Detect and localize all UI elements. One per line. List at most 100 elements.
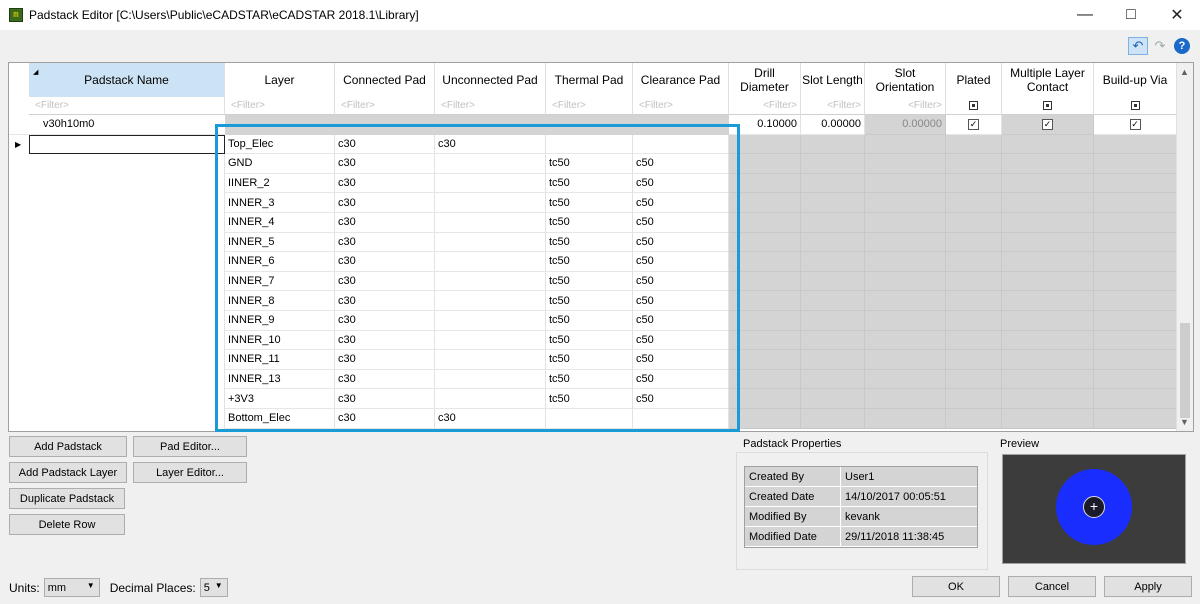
cell-clearance[interactable]: c50 <box>633 389 729 409</box>
cell-clearance[interactable]: c50 <box>633 350 729 370</box>
cell-thermal[interactable]: tc50 <box>546 369 633 390</box>
cell-thermal[interactable]: tc50 <box>546 271 633 292</box>
cell-unconnected[interactable] <box>435 154 546 174</box>
cell-connected[interactable]: c30 <box>335 232 435 253</box>
filter-name[interactable]: <Filter> <box>29 97 225 115</box>
cell-connected[interactable]: c30 <box>335 330 435 351</box>
column-header-slotori[interactable]: Slot Orientation <box>865 63 946 97</box>
scroll-thumb[interactable] <box>1180 323 1190 418</box>
cell-clearance[interactable]: c50 <box>633 173 729 194</box>
drill-diameter-cell[interactable]: 0.10000 <box>729 115 801 135</box>
units-select[interactable]: mm ▼ <box>43 578 100 597</box>
filter-buildup[interactable] <box>1094 97 1177 115</box>
scroll-up-icon[interactable]: ▲ <box>1180 67 1189 77</box>
column-header-plated[interactable]: Plated <box>946 63 1002 97</box>
cell-connected[interactable]: c30 <box>335 154 435 174</box>
cell-unconnected[interactable] <box>435 213 546 233</box>
cell-unconnected[interactable] <box>435 271 546 292</box>
name-cell[interactable] <box>29 154 225 174</box>
cell-layer[interactable]: Bottom_Elec <box>225 409 335 429</box>
cell-connected[interactable]: c30 <box>335 173 435 194</box>
cell-unconnected[interactable] <box>435 193 546 213</box>
cell-clearance[interactable]: c50 <box>633 213 729 233</box>
filter-checkbox-icon[interactable] <box>1043 101 1052 110</box>
name-cell[interactable] <box>29 311 225 331</box>
filter-connected[interactable]: <Filter> <box>335 97 435 115</box>
name-cell[interactable] <box>29 213 225 233</box>
column-header-thermal[interactable]: Thermal Pad <box>546 63 633 97</box>
column-header-multi[interactable]: Multiple Layer Contact <box>1002 63 1094 97</box>
cell-layer[interactable]: Top_Elec <box>225 134 335 155</box>
column-header-buildup[interactable]: Build-up Via <box>1094 63 1177 97</box>
column-header-clearance[interactable]: Clearance Pad <box>633 63 729 97</box>
filter-checkbox-icon[interactable] <box>969 101 978 110</box>
name-cell[interactable] <box>29 369 225 390</box>
filter-layer[interactable]: <Filter> <box>225 97 335 115</box>
column-header-unconnected[interactable]: Unconnected Pad <box>435 63 546 97</box>
cell-thermal[interactable]: tc50 <box>546 311 633 331</box>
name-cell[interactable] <box>29 232 225 253</box>
cell-clearance[interactable]: c50 <box>633 232 729 253</box>
cell-plated[interactable]: ✓ <box>946 115 1002 135</box>
cell-layer[interactable]: INNER_3 <box>225 193 335 213</box>
cell-connected[interactable]: c30 <box>335 311 435 331</box>
cell-layer[interactable]: INNER_6 <box>225 252 335 272</box>
cell-thermal[interactable]: tc50 <box>546 350 633 370</box>
column-header-name[interactable]: Padstack Name <box>29 63 225 97</box>
filter-drill[interactable]: <Filter> <box>729 97 801 115</box>
filter-multi[interactable] <box>1002 97 1094 115</box>
column-header-connected[interactable]: Connected Pad <box>335 63 435 97</box>
cell-thermal[interactable]: tc50 <box>546 193 633 213</box>
cell-clearance[interactable]: c50 <box>633 330 729 351</box>
ok-button[interactable]: OK <box>912 576 1000 597</box>
filter-slotlen[interactable]: <Filter> <box>801 97 865 115</box>
cell-connected[interactable]: c30 <box>335 291 435 311</box>
name-cell[interactable] <box>29 134 225 155</box>
filter-slotori[interactable]: <Filter> <box>865 97 946 115</box>
cell-unconnected[interactable] <box>435 311 546 331</box>
cell-unconnected[interactable] <box>435 232 546 253</box>
cell-thermal[interactable]: tc50 <box>546 232 633 253</box>
cell-unconnected[interactable] <box>435 330 546 351</box>
filter-clearance[interactable]: <Filter> <box>633 97 729 115</box>
cell-connected[interactable]: c30 <box>335 271 435 292</box>
cell-connected[interactable]: c30 <box>335 252 435 272</box>
filter-plated[interactable] <box>946 97 1002 115</box>
cell-layer[interactable]: INNER_4 <box>225 213 335 233</box>
vertical-scrollbar[interactable]: ▲ ▼ <box>1176 63 1193 431</box>
cell-thermal[interactable]: tc50 <box>546 252 633 272</box>
name-cell[interactable] <box>29 252 225 272</box>
pad-editor-button[interactable]: Pad Editor... <box>133 436 247 457</box>
maximize-icon[interactable]: □ <box>1108 0 1154 30</box>
cell-layer[interactable]: INNER_11 <box>225 350 335 370</box>
checkbox-build-up-via[interactable]: ✓ <box>1129 118 1141 130</box>
cell-clearance[interactable] <box>633 134 729 155</box>
slot-length-cell[interactable]: 0.00000 <box>801 115 865 135</box>
delete-row-button[interactable]: Delete Row <box>9 514 125 535</box>
add-padstack-button[interactable]: Add Padstack <box>9 436 127 457</box>
cell-layer[interactable]: GND <box>225 154 335 174</box>
scroll-down-icon[interactable]: ▼ <box>1180 417 1189 427</box>
cell-layer[interactable]: INNER_13 <box>225 369 335 390</box>
cancel-button[interactable]: Cancel <box>1008 576 1096 597</box>
cell-layer[interactable]: INNER_9 <box>225 311 335 331</box>
filter-unconnected[interactable]: <Filter> <box>435 97 546 115</box>
cell-unconnected[interactable] <box>435 369 546 390</box>
duplicate-padstack-button[interactable]: Duplicate Padstack <box>9 488 125 509</box>
cell-clearance[interactable]: c50 <box>633 311 729 331</box>
cell-thermal[interactable] <box>546 409 633 429</box>
cell-connected[interactable]: c30 <box>335 409 435 429</box>
cell-layer[interactable]: INNER_10 <box>225 330 335 351</box>
column-header-drill[interactable]: Drill Diameter <box>729 63 801 97</box>
cell-unconnected[interactable] <box>435 173 546 194</box>
add-padstack-layer-button[interactable]: Add Padstack Layer <box>9 462 127 483</box>
cell-thermal[interactable]: tc50 <box>546 330 633 351</box>
cell-connected[interactable]: c30 <box>335 134 435 155</box>
cell-multiple-layer-contact[interactable]: ✓ <box>1002 115 1094 135</box>
cell-clearance[interactable]: c50 <box>633 154 729 174</box>
cell-thermal[interactable]: tc50 <box>546 213 633 233</box>
minimize-icon[interactable]: — <box>1062 0 1108 30</box>
cell-unconnected[interactable] <box>435 291 546 311</box>
cell-connected[interactable]: c30 <box>335 193 435 213</box>
cell-thermal[interactable]: tc50 <box>546 389 633 409</box>
